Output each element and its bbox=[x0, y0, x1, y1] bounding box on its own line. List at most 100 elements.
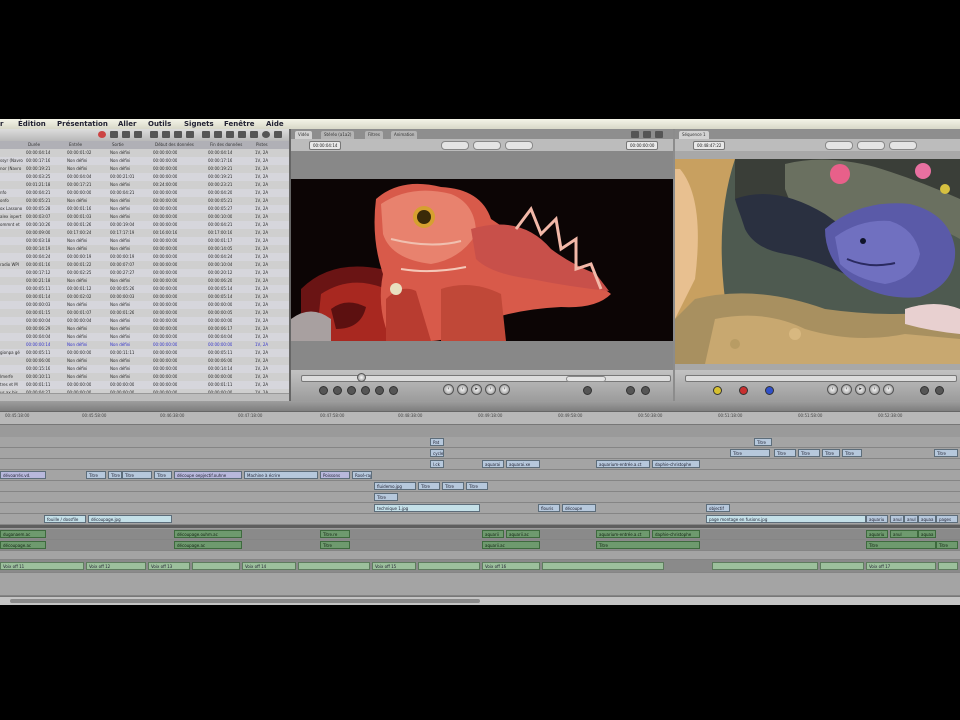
browser-clip-row[interactable]: 00:00:09:00 00:17:00:24 00:17:17:19 00:16:0… bbox=[0, 229, 289, 237]
canvas-view-popup[interactable] bbox=[857, 141, 885, 150]
timeline-clip[interactable]: découpage.ac bbox=[0, 541, 46, 549]
timeline-clip[interactable]: Titre bbox=[798, 449, 820, 457]
viewer-option-icon-1[interactable] bbox=[583, 386, 592, 395]
toolbar-icon-10[interactable] bbox=[226, 131, 234, 138]
canvas-zoom-popup[interactable] bbox=[825, 141, 853, 150]
browser-clip-row[interactable]: 00:00:00:04 00:00:00:04 Non défini 00:00:00… bbox=[0, 317, 289, 325]
timeline-clip[interactable]: Titre bbox=[320, 541, 350, 549]
timeline-clip[interactable]: daphie-christophe bbox=[652, 460, 700, 468]
browser-clip-row[interactable]: 00:00:01:14 00:00:02:02 00:00:00:03 00:00:0… bbox=[0, 293, 289, 301]
viewer-current-timecode[interactable]: 00:00:00:00 bbox=[626, 141, 659, 150]
canvas-previous-edit-button[interactable]: ‹ bbox=[827, 384, 838, 395]
canvas-option-icon-1[interactable] bbox=[920, 386, 929, 395]
browser-clip-row[interactable]: 00:00:06:29 Non défini Non défini 00:00:00:… bbox=[0, 325, 289, 333]
timeline-clip[interactable]: dévoarrés.vd. bbox=[0, 471, 46, 479]
timeline-clip[interactable]: aquarai.xe bbox=[506, 460, 540, 468]
toolbar-icon-1[interactable] bbox=[110, 131, 118, 138]
tab-sequence-1[interactable]: Séquence 1 bbox=[679, 131, 709, 139]
timeline-clip[interactable]: Titre bbox=[154, 471, 172, 479]
canvas-option-icon-2[interactable] bbox=[935, 386, 944, 395]
browser-clip-row[interactable]: 00:00:14:19 Non défini Non défini 00:00:00:… bbox=[0, 245, 289, 253]
browser-clip-row[interactable]: 00:00:04:14 00:00:01:02 Non défini 00:00:00… bbox=[0, 149, 289, 157]
match-frame-icon[interactable] bbox=[389, 386, 398, 395]
mark-out-icon[interactable] bbox=[333, 386, 342, 395]
browser-clip-row[interactable]: 00:00:04:24 00:00:00:19 00:00:00:19 00:00:0… bbox=[0, 253, 289, 261]
browser-clip-row[interactable]: 00:00:01:15 00:00:01:07 00:00:01:26 00:00:0… bbox=[0, 309, 289, 317]
browser-clip-row[interactable]: 00:00:03:18 Non défini Non défini 00:00:00:… bbox=[0, 237, 289, 245]
timeline-clip[interactable]: Voix off 12 bbox=[86, 562, 146, 570]
timeline-clip[interactable]: cycle bbox=[430, 449, 444, 457]
timeline-clip[interactable]: Titre bbox=[934, 449, 958, 457]
tab-video[interactable]: Vidéo bbox=[295, 131, 313, 139]
canvas-duration-timecode[interactable]: 00:48:47:22 bbox=[693, 141, 726, 150]
viewer-duration-timecode[interactable]: 00:00:04:14 bbox=[309, 141, 342, 150]
timeline-clip[interactable]: Titre bbox=[442, 482, 464, 490]
toolbar-icon-3[interactable] bbox=[134, 131, 142, 138]
browser-clip-row[interactable]: onfo 00:00:05:21 Non défini Non défini 00:00… bbox=[0, 197, 289, 205]
zoom-icon[interactable] bbox=[274, 131, 282, 138]
shuttle-control[interactable] bbox=[357, 373, 366, 382]
toolbar-icon-12[interactable] bbox=[250, 131, 258, 138]
toolbar-icon-11[interactable] bbox=[238, 131, 246, 138]
canvas-play-button[interactable]: ▸ bbox=[855, 384, 866, 395]
play-button[interactable]: ▸ bbox=[471, 384, 482, 395]
timeline-clip[interactable]: découpe bbox=[562, 504, 596, 512]
timeline-clip[interactable]: aquarai bbox=[482, 460, 504, 468]
timeline-clip[interactable] bbox=[542, 562, 664, 570]
toolbar-icon-8[interactable] bbox=[202, 131, 210, 138]
timeline-clip[interactable]: Voix off 15 bbox=[372, 562, 416, 570]
viewer-window-button-3[interactable] bbox=[655, 131, 663, 138]
timeline-clip[interactable]: page montage en fusions.jpg bbox=[706, 515, 866, 523]
viewer-option-icon-3[interactable] bbox=[641, 386, 650, 395]
timeline-clip[interactable]: Titre bbox=[822, 449, 840, 457]
previous-edit-button[interactable]: ‹ bbox=[443, 384, 454, 395]
viewer-option-icon-2[interactable] bbox=[626, 386, 635, 395]
timeline-clip[interactable]: Machine à écrire bbox=[244, 471, 318, 479]
toolbar-icon-4[interactable] bbox=[150, 131, 158, 138]
insert-edit-icon[interactable] bbox=[713, 386, 722, 395]
menu-signets[interactable]: Signets bbox=[184, 119, 214, 129]
play-around-button[interactable]: › bbox=[485, 384, 496, 395]
browser-clip-row[interactable]: nfo 00:00:04:21 00:00:00:00 00:00:04:21 00:0… bbox=[0, 189, 289, 197]
timeline-clip[interactable]: découpage.jpg bbox=[88, 515, 172, 523]
timeline-clip[interactable]: Titre bbox=[730, 449, 770, 457]
tab-filtres[interactable]: Filtres bbox=[365, 131, 383, 139]
column-entree[interactable]: Entrée bbox=[69, 141, 82, 149]
timeline-clip[interactable]: Titre bbox=[936, 541, 958, 549]
timeline-clip[interactable]: aquaa bbox=[918, 515, 936, 523]
viewer-window-button-2[interactable] bbox=[643, 131, 651, 138]
timeline-clip[interactable] bbox=[938, 562, 958, 570]
timeline-clip[interactable]: flouris bbox=[538, 504, 560, 512]
timeline-clip[interactable]: l.ck bbox=[430, 460, 444, 468]
timeline-clip[interactable]: aquaa bbox=[918, 530, 936, 538]
timeline-clip[interactable]: Titre bbox=[774, 449, 796, 457]
browser-clip-row[interactable]: alex inpert 00:00:03:07 00:00:01:03 Non déf… bbox=[0, 213, 289, 221]
timeline-clip[interactable]: objectif bbox=[706, 504, 730, 512]
timeline-clip[interactable]: Titre bbox=[122, 471, 152, 479]
toolbar-icon-9[interactable] bbox=[214, 131, 222, 138]
tab-stereo[interactable]: Stéréo (a1a2) bbox=[321, 131, 355, 139]
browser-clip-row[interactable]: ox Lassono 00:00:05:28 00:00:01:16 Non défi… bbox=[0, 205, 289, 213]
timeline-clip[interactable] bbox=[298, 562, 370, 570]
timeline-clip[interactable]: daphie-christophe bbox=[652, 530, 700, 538]
timeline-clip[interactable] bbox=[418, 562, 480, 570]
menu-presentation[interactable]: Présentation bbox=[57, 119, 108, 129]
menu-aide[interactable]: Aide bbox=[266, 119, 284, 129]
toolbar-icon-2[interactable] bbox=[122, 131, 130, 138]
timeline-scroll-thumb[interactable] bbox=[10, 599, 480, 603]
viewer-overlay-popup[interactable] bbox=[505, 141, 533, 150]
canvas-next-edit-button[interactable]: › bbox=[883, 384, 894, 395]
next-edit-button[interactable]: › bbox=[499, 384, 510, 395]
timeline-clip[interactable]: aquarium-entrée.a.ct bbox=[596, 460, 650, 468]
timeline-scrollbar[interactable] bbox=[0, 596, 960, 605]
toolbar-icon-7[interactable] bbox=[186, 131, 194, 138]
browser-clip-row[interactable]: 00:00:03:25 00:00:04:04 00:00:21:01 00:00:0… bbox=[0, 173, 289, 181]
toolbar-icon-5[interactable] bbox=[162, 131, 170, 138]
timeline-clip[interactable]: Titre bbox=[86, 471, 106, 479]
timeline-clip[interactable]: Voix off 17 bbox=[866, 562, 936, 570]
viewer-view-popup[interactable] bbox=[473, 141, 501, 150]
canvas-overlay-popup[interactable] bbox=[889, 141, 917, 150]
play-in-out-button[interactable]: ‹ bbox=[457, 384, 468, 395]
timeline-clip[interactable]: aquarii.ac bbox=[482, 541, 540, 549]
timeline-clip[interactable]: pages bbox=[936, 515, 958, 523]
